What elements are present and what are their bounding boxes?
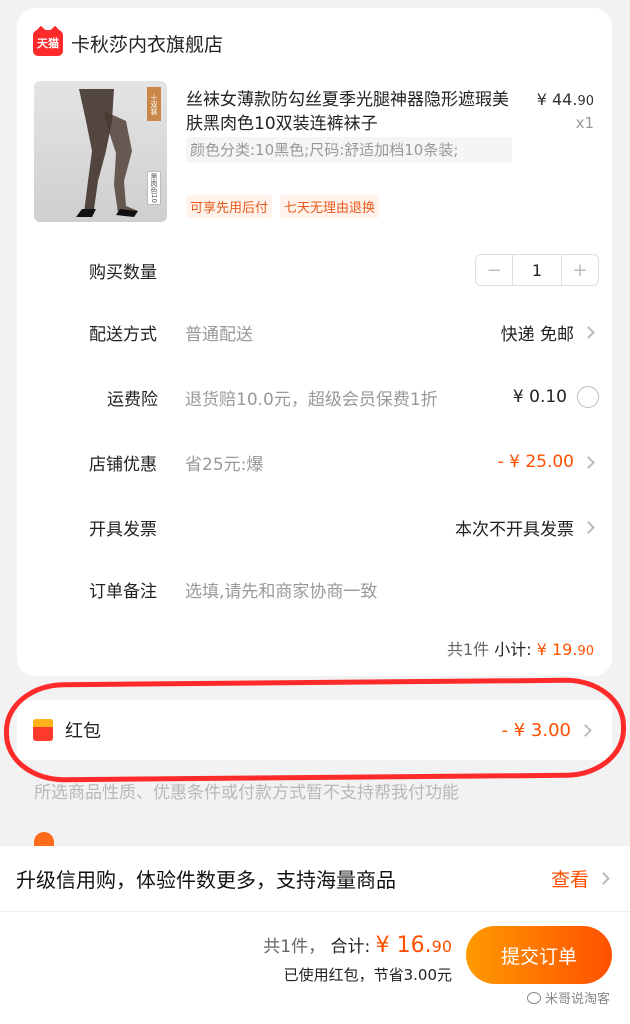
product-title[interactable]: 丝袜女薄款防勾丝夏季光腿神器隐形遮瑕美肤黑肉色10双装连裤袜子 bbox=[186, 88, 516, 136]
submit-order-button[interactable]: 提交订单 bbox=[466, 926, 612, 984]
chevron-right-icon bbox=[582, 455, 595, 469]
service-tags: 可享先用后付 七天无理由退换 bbox=[186, 195, 380, 218]
savings-text: 已使用红包，节省3.00元 bbox=[283, 966, 452, 984]
store-discount-row[interactable]: 店铺优惠 省25元:爆 - ¥ 25.00 bbox=[89, 442, 599, 482]
partial-icon bbox=[34, 832, 54, 846]
subtotal-label: 小计: bbox=[494, 640, 532, 659]
view-link[interactable]: 查看 bbox=[551, 865, 589, 892]
product-price: ¥ 44.90 bbox=[537, 90, 594, 109]
insurance-sub: 退货赔10.0元，超级会员保费1折 bbox=[185, 389, 438, 410]
chevron-right-icon bbox=[582, 520, 595, 534]
order-total: 共1件， 合计: ¥ 16.90 bbox=[263, 932, 452, 958]
total-amount-main: ¥ 16. bbox=[375, 933, 432, 958]
increment-button[interactable]: + bbox=[562, 255, 598, 285]
order-card: 天猫 卡秋莎内衣旗舰店 十双装 黑肉色10 丝袜女薄款防勾丝夏季光腿神器隐形遮瑕… bbox=[17, 8, 612, 676]
subtotal-count: 共1件 bbox=[446, 640, 490, 659]
hongbao-row[interactable]: 红包 - ¥ 3.00 bbox=[17, 700, 612, 760]
shipping-label: 配送方式 bbox=[89, 324, 157, 345]
credit-upgrade-text: 升级信用购，体验件数更多，支持海量商品 bbox=[16, 868, 396, 892]
invoice-value: 本次不开具发票 bbox=[455, 519, 574, 540]
quantity-label: 购买数量 bbox=[89, 262, 157, 283]
credit-upgrade-bar[interactable]: 升级信用购，体验件数更多，支持海量商品 查看 bbox=[0, 846, 630, 912]
subtotal-amount-main: ¥ 19. bbox=[536, 640, 578, 659]
store-discount-value: - ¥ 25.00 bbox=[497, 452, 574, 472]
product-quantity: x1 bbox=[575, 114, 594, 132]
quantity-stepper: − 1 + bbox=[475, 254, 599, 286]
invoice-label: 开具发票 bbox=[89, 519, 157, 540]
watermark-text: 米哥说淘客 bbox=[544, 992, 610, 1007]
pack-tag: 十双装 bbox=[147, 87, 161, 121]
invoice-row[interactable]: 开具发票 本次不开具发票 bbox=[89, 507, 599, 547]
store-header[interactable]: 天猫 卡秋莎内衣旗舰店 bbox=[33, 28, 223, 58]
subtotal: 共1件 小计: ¥ 19.90 bbox=[447, 636, 594, 660]
order-note-label: 订单备注 bbox=[89, 581, 157, 602]
hongbao-value: - ¥ 3.00 bbox=[501, 719, 571, 741]
product-image[interactable]: 十双装 黑肉色10 bbox=[34, 81, 167, 222]
product-price-main: ¥ 44. bbox=[536, 90, 578, 109]
subtotal-amount: ¥ 19.90 bbox=[537, 640, 594, 659]
total-amount-cents: 90 bbox=[431, 937, 452, 956]
wechat-icon bbox=[526, 991, 541, 1004]
tag-7day-return: 七天无理由退换 bbox=[280, 195, 380, 218]
chevron-right-icon bbox=[597, 872, 610, 885]
shipping-row[interactable]: 配送方式 普通配送 快递 免邮 bbox=[89, 312, 599, 352]
store-discount-sub: 省25元:爆 bbox=[185, 454, 264, 475]
insurance-radio[interactable] bbox=[577, 386, 599, 408]
subtotal-amount-cents: 90 bbox=[577, 644, 594, 659]
tmall-logo-icon: 天猫 bbox=[33, 30, 63, 56]
checkout-bar: 共1件， 合计: ¥ 16.90 已使用红包，节省3.00元 提交订单 米哥说淘… bbox=[0, 912, 630, 1024]
watermark: 米哥说淘客 bbox=[526, 988, 610, 1007]
chevron-right-icon bbox=[579, 723, 592, 737]
total-amount: ¥ 16.90 bbox=[376, 933, 452, 958]
insurance-label: 运费险 bbox=[107, 389, 158, 410]
red-envelope-icon bbox=[33, 719, 53, 741]
hongbao-label: 红包 bbox=[65, 721, 101, 742]
total-count: 共1件， bbox=[263, 937, 326, 957]
total-label: 合计: bbox=[330, 937, 371, 957]
store-discount-label: 店铺优惠 bbox=[89, 454, 157, 475]
shipping-value: 快递 免邮 bbox=[500, 324, 574, 345]
insurance-row: 运费险 退货赔10.0元，超级会员保费1折 ¥ 0.10 bbox=[89, 377, 599, 417]
decrement-button[interactable]: − bbox=[476, 255, 512, 285]
product-price-cents: 90 bbox=[577, 94, 594, 109]
quantity-value[interactable]: 1 bbox=[512, 255, 562, 285]
pay-for-me-notice: 所选商品性质、优惠条件或付款方式暂不支持帮我付功能 bbox=[34, 783, 459, 803]
order-note-input[interactable]: 选填,请先和商家协商一致 bbox=[185, 577, 599, 602]
store-name[interactable]: 卡秋莎内衣旗舰店 bbox=[71, 30, 223, 57]
chevron-right-icon bbox=[582, 325, 595, 339]
product-sku[interactable]: 颜色分类:10黑色;尺码:舒适加档10条装; bbox=[186, 137, 512, 163]
color-tag: 黑肉色10 bbox=[147, 171, 161, 205]
insurance-value: ¥ 0.10 bbox=[512, 387, 567, 407]
quantity-row: 购买数量 − 1 + bbox=[89, 250, 599, 290]
shipping-sub: 普通配送 bbox=[185, 324, 253, 345]
order-note-row: 订单备注 选填,请先和商家协商一致 bbox=[89, 569, 599, 609]
tag-pay-later: 可享先用后付 bbox=[186, 195, 273, 218]
